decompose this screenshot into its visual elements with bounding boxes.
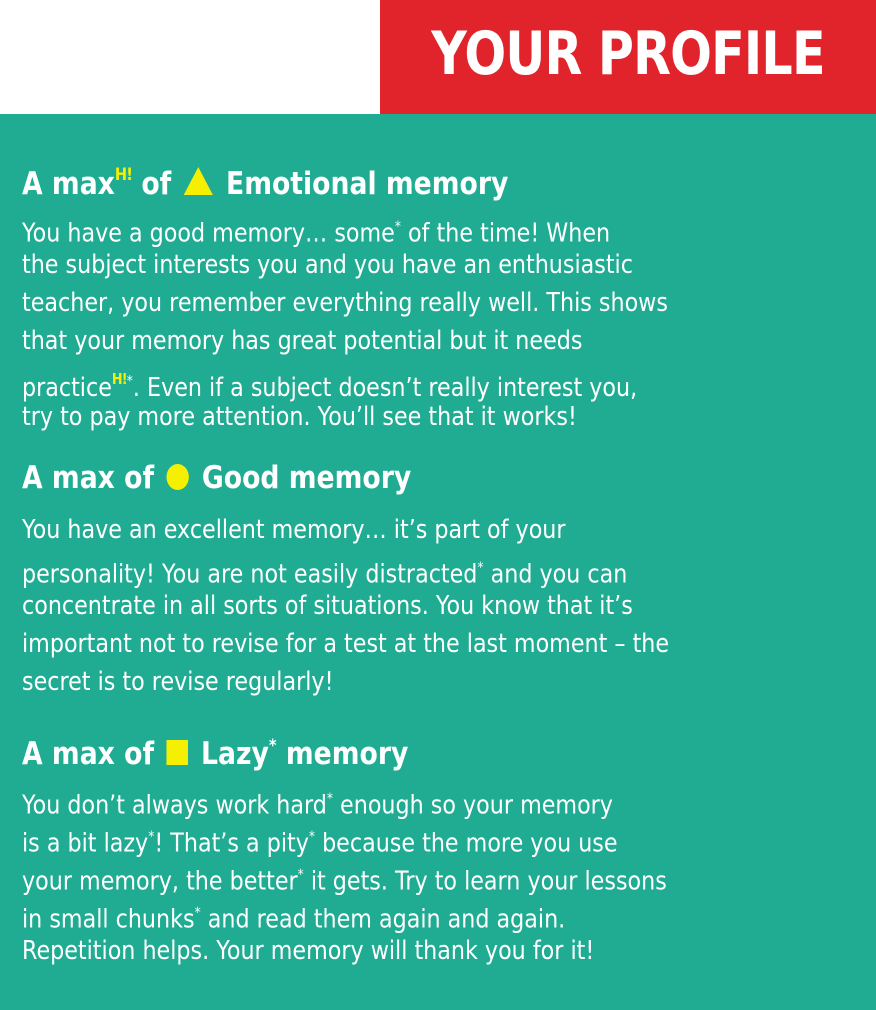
heading-prefix: A max of [22,735,155,772]
body-line: that your memory has great potential but… [22,326,583,356]
heading-of: of [141,166,172,202]
body-text: enough so your memory [332,790,613,821]
body-line: is a bit lazy*! That’s a pity* because t… [22,820,618,861]
body-line: concentrate in all sorts of situations. … [22,591,633,621]
body-text: it gets. Try to learn your lessons [303,866,667,897]
body-line: Repetition helps. Your memory will thank… [22,936,595,966]
square-icon [166,739,189,765]
body-text: in small chunks [22,904,195,935]
heading-title: Emotional memory [225,166,509,202]
heading-title: Lazy [201,735,269,772]
body-text: . Even if a subject doesn’t really inter… [132,373,638,403]
heading-end: memory [276,735,409,772]
body-line: the subject interests you and you have a… [22,250,633,280]
circle-icon [166,464,190,490]
triangle-icon [184,167,214,195]
body-text: your memory, the better [22,866,298,897]
body-line: secret is to revise regularly! [22,667,334,697]
page-title: YOUR PROFILE [431,19,825,89]
section-heading-lazy: A max of Lazy* memory [22,727,408,773]
heading-prefix: A max [22,166,115,202]
body-text: and read them again and again. [200,904,566,935]
body-line: your memory, the better* it gets. Try to… [22,858,667,899]
section-heading-good: A max of Good memory [22,459,411,497]
body-line: important not to revise for a test at th… [22,629,670,659]
body-text: You have a good memory… some [22,218,395,249]
heading-prefix: A max of [22,460,155,496]
footnote-star: * [268,736,277,756]
body-text: because the more you use [314,828,618,859]
section-heading-emotional: A maxH! of Emotional memory [22,156,508,203]
body-text: personality! You are not easily distract… [22,559,478,590]
body-text: is a bit lazy [22,828,149,859]
body-line: in small chunks* and read them again and… [22,896,565,937]
body-text: ! That’s a pity [154,828,309,859]
body-text: of the time! When [400,218,611,249]
hi-superscript: H! [114,165,133,185]
body-line: You have a good memory… some* of the tim… [22,210,610,251]
body-line: practiceH!*. Even if a subject doesn’t r… [22,362,637,405]
body-text: and you can [483,559,628,590]
body-line: teacher, you remember everything really … [22,288,668,318]
body-line: You have an excellent memory… it’s part … [22,515,566,545]
body-line: You don’t always work hard* enough so yo… [22,782,613,823]
heading-title: Good memory [201,460,412,496]
hi-superscript: H! [111,370,128,388]
body-line: personality! You are not easily distract… [22,551,627,592]
body-text: practice [22,373,112,403]
body-line: try to pay more attention. You’ll see th… [22,402,577,432]
body-text: You don’t always work hard [22,790,327,821]
